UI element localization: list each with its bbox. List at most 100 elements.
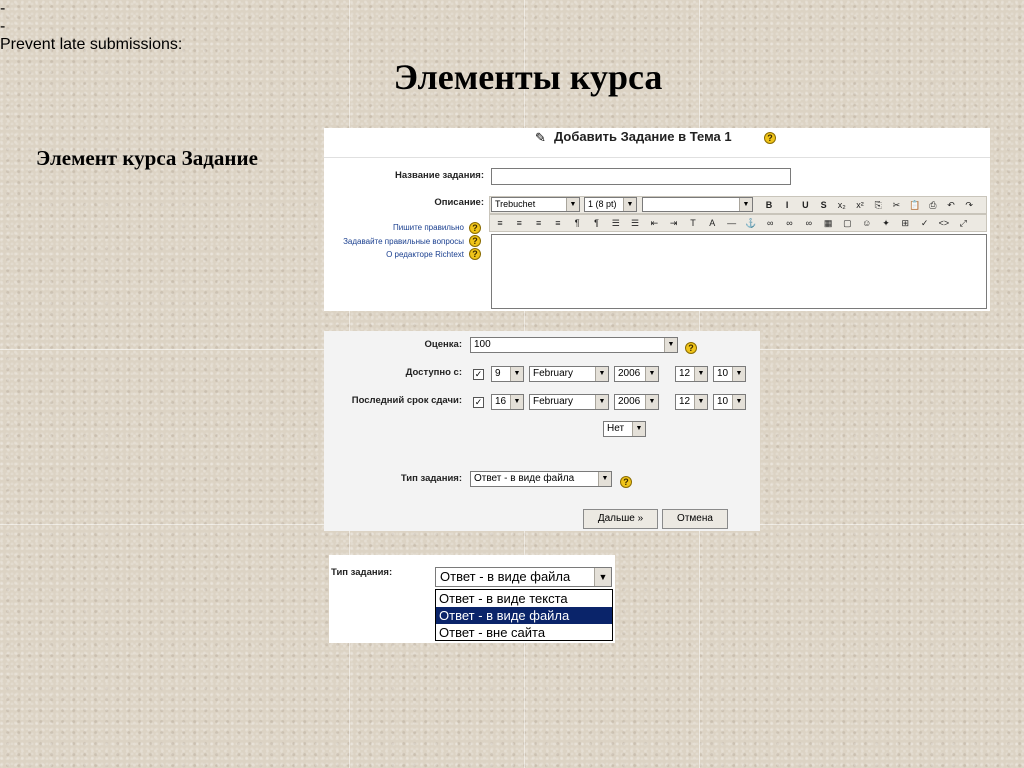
side-label: Элемент курса Задание [36,146,258,170]
toolbar-button[interactable]: <> [937,215,951,231]
due-day-value: 16 [495,396,507,407]
toolbar-button[interactable]: — [725,215,739,231]
chevron-down-icon: ▼ [632,422,645,436]
toolbar-button[interactable]: B [762,197,776,213]
chevron-down-icon: ▼ [645,367,658,381]
available-from-label: Доступно с: [405,367,462,378]
toolbar-button[interactable]: ≡ [493,215,507,231]
available-year-select[interactable]: 2006 ▼ [614,366,659,382]
toolbar-button[interactable]: ⇥ [667,215,681,231]
due-hour-value: 12 [679,396,691,407]
available-day-select[interactable]: 9 ▼ [491,366,524,382]
chevron-down-icon: ▼ [595,395,608,409]
toolbar-button[interactable]: ⊞ [898,215,912,231]
description-label: Описание: [434,197,484,208]
chevron-down-icon: ▼ [510,367,523,381]
due-hour-select[interactable]: 12 ▼ [675,394,708,410]
form-header: ✎ Добавить Задание в Тема 1 ? [324,128,990,158]
toolbar-button[interactable]: ☰ [628,215,642,231]
assignment-type-value: Ответ - в виде файла [474,473,575,484]
help-icon[interactable]: ? [685,342,697,354]
toolbar-button[interactable]: ≡ [532,215,546,231]
due-year-value: 2006 [618,396,641,407]
help-icon[interactable]: ? [469,222,481,234]
toolbar-button[interactable]: ↶ [944,197,958,213]
toolbar-button[interactable]: ⇤ [647,215,661,231]
toolbar-button[interactable]: I [780,197,794,213]
link-write-correctly[interactable]: Пишите правильно [330,223,464,232]
due-date-checkbox[interactable]: ✓ [473,397,484,408]
due-year-select[interactable]: 2006 ▼ [614,394,659,410]
toolbar-button[interactable]: 📋 [908,197,922,213]
help-icon[interactable]: ? [620,476,632,488]
dropdown-option[interactable]: Ответ - вне сайта [436,624,612,641]
toolbar-button[interactable]: S [817,197,831,213]
chevron-down-icon: ▼ [645,395,658,409]
link-richtext-about[interactable]: О редакторе Richtext [330,250,464,259]
help-icon[interactable]: ? [469,248,481,260]
dropdown-selected-value: Ответ - в виде файла [440,569,571,584]
chevron-down-icon: ▼ [739,198,752,211]
toolbar-button[interactable]: ⤢ [956,215,970,231]
toolbar-button[interactable]: ≡ [512,215,526,231]
toolbar-button[interactable]: ∞ [802,215,816,231]
assignment-settings-panel [324,331,760,531]
toolbar-button[interactable]: ↷ [962,197,976,213]
due-month-select[interactable]: February ▼ [529,394,609,410]
form-title: Добавить Задание в Тема 1 [554,129,732,144]
font-family-select[interactable]: Trebuchet ▼ [491,197,580,212]
chevron-down-icon: ▼ [694,395,707,409]
grade-value: 100 [474,339,491,350]
name-input[interactable] [491,168,791,185]
toolbar-button[interactable]: ✓ [918,215,932,231]
font-size-select[interactable]: 1 (8 pt) ▼ [584,197,637,212]
toolbar-button[interactable]: A [705,215,719,231]
available-minute-value: 10 [717,368,729,379]
toolbar-button[interactable]: ▦ [821,215,835,231]
available-minute-select[interactable]: 10 ▼ [713,366,746,382]
cancel-button[interactable]: Отмена [662,509,728,529]
toolbar-button[interactable]: ≡ [551,215,565,231]
help-icon[interactable]: ? [764,132,776,144]
grade-label: Оценка: [424,339,462,350]
next-button[interactable]: Дальше » [583,509,658,529]
toolbar-button[interactable]: T [686,215,700,231]
available-month-value: February [533,368,574,379]
toolbar-button[interactable]: ✦ [879,215,893,231]
toolbar-button[interactable]: ☰ [609,215,623,231]
toolbar-button[interactable]: ⎙ [926,197,940,213]
available-from-checkbox[interactable]: ✓ [473,369,484,380]
edit-icon: ✎ [535,130,546,145]
chevron-down-icon: ▼ [694,367,707,381]
toolbar-button[interactable]: ∞ [783,215,797,231]
font-size-value: 1 (8 pt) [588,199,617,209]
chevron-down-icon: ▼ [732,395,745,409]
dropdown-option[interactable]: Ответ - в виде текста [436,590,612,607]
dropdown-select-box[interactable]: Ответ - в виде файла ▼ [435,567,612,587]
toolbar-button[interactable]: ¶ [590,215,604,231]
toolbar-button[interactable]: U [798,197,812,213]
toolbar-button[interactable]: ✂ [889,197,903,213]
available-hour-select[interactable]: 12 ▼ [675,366,708,382]
due-day-select[interactable]: 16 ▼ [491,394,524,410]
toolbar-button[interactable]: ▢ [840,215,854,231]
grade-select[interactable]: 100 ▼ [470,337,678,353]
toolbar-button[interactable]: ☺ [860,215,874,231]
due-minute-select[interactable]: 10 ▼ [713,394,746,410]
help-icon[interactable]: ? [469,235,481,247]
link-ask-questions[interactable]: Задавайте правильные вопросы [324,237,464,246]
toolbar-button[interactable]: ∞ [763,215,777,231]
available-month-select[interactable]: February ▼ [529,366,609,382]
toolbar-button[interactable]: ⎘ [871,197,885,213]
toolbar-button[interactable]: x₂ [835,197,849,213]
toolbar-button[interactable]: ⚓ [744,215,758,231]
assignment-type-select[interactable]: Ответ - в виде файла ▼ [470,471,612,487]
toolbar-button[interactable]: x² [853,197,867,213]
prevent-late-select[interactable]: Нет ▼ [603,421,646,437]
chevron-down-icon: ▼ [623,198,636,211]
description-editor[interactable] [491,234,987,309]
available-year-value: 2006 [618,368,641,379]
toolbar-button[interactable]: ¶ [570,215,584,231]
style-select[interactable]: ▼ [642,197,753,212]
dropdown-option-selected[interactable]: Ответ - в виде файла [436,607,612,624]
